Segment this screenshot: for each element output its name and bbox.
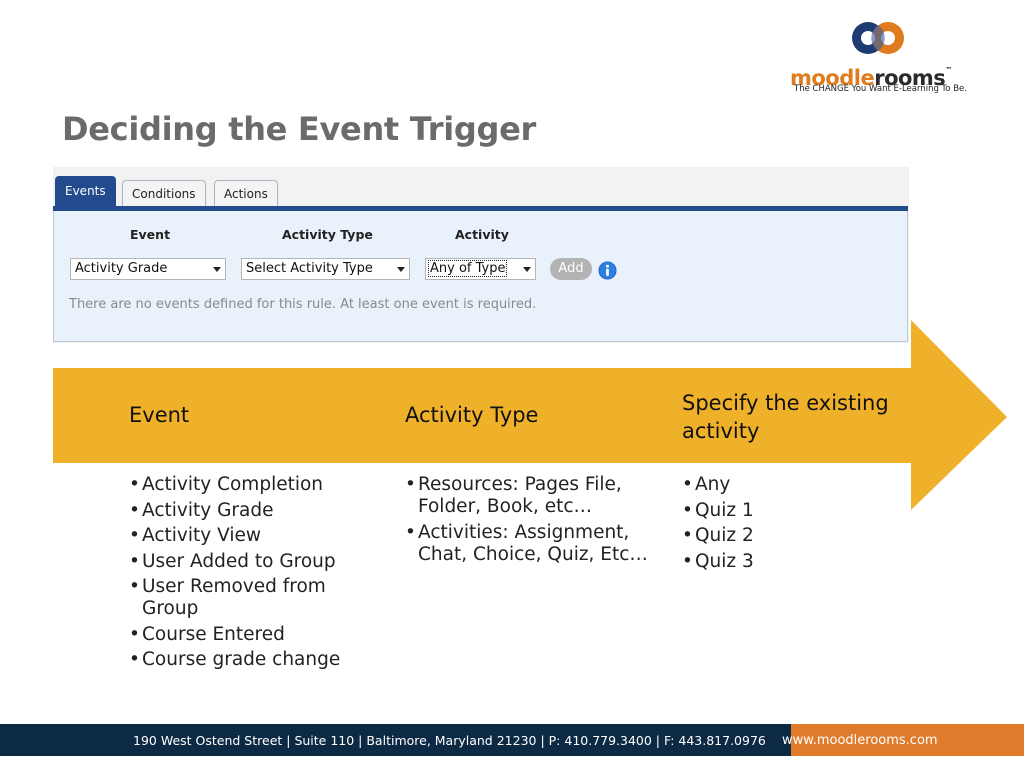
arrow-header-specify-activity: Specify the existing activity — [682, 391, 889, 443]
activity-type-select-value: Select Activity Type — [246, 261, 373, 276]
add-event-button[interactable]: Add — [550, 258, 592, 280]
tab-conditions[interactable]: Conditions — [122, 180, 206, 206]
arrow-header-event: Event — [129, 403, 190, 427]
list-item: User Added to Group — [129, 551, 379, 573]
no-events-message: There are no events defined for this rul… — [69, 297, 537, 312]
moodlerooms-logo-mark-icon — [852, 22, 904, 54]
activity-select-value: Any of Type — [428, 260, 508, 277]
footer-website-link[interactable]: www.moodlerooms.com — [782, 733, 938, 748]
info-icon[interactable] — [598, 261, 617, 280]
tab-actions[interactable]: Actions — [214, 180, 278, 206]
column-header-activity: Activity — [455, 227, 509, 242]
chevron-down-icon — [523, 267, 531, 272]
list-item: Course grade change — [129, 649, 379, 671]
event-select-value: Activity Grade — [75, 261, 168, 276]
list-item: Quiz 2 — [682, 525, 832, 547]
list-item: Any — [682, 474, 832, 496]
list-item: Activity Completion — [129, 474, 379, 496]
list-item: Activity Grade — [129, 500, 379, 522]
column-header-event: Event — [130, 227, 171, 242]
page-title: Deciding the Event Trigger — [62, 110, 537, 148]
activity-type-options-list: Resources: Pages File, Folder, Book, etc… — [405, 474, 650, 569]
event-options-list: Activity Completion Activity Grade Activ… — [129, 474, 379, 675]
column-header-activity-type: Activity Type — [282, 227, 373, 242]
activity-options-list: Any Quiz 1 Quiz 2 Quiz 3 — [682, 474, 832, 576]
list-item: Course Entered — [129, 624, 379, 646]
list-item: Quiz 1 — [682, 500, 832, 522]
list-item: Activities: Assignment, Chat, Choice, Qu… — [405, 522, 650, 566]
moodlerooms-logo: moodlerooms™ The CHANGE You Want E-Learn… — [788, 18, 998, 98]
activity-select[interactable]: Any of Type — [425, 258, 536, 280]
footer-address: 190 West Ostend Street | Suite 110 | Bal… — [133, 733, 766, 748]
event-select[interactable]: Activity Grade — [70, 258, 226, 280]
list-item: Quiz 3 — [682, 551, 832, 573]
list-item: User Removed from Group — [129, 576, 379, 620]
activity-type-select[interactable]: Select Activity Type — [241, 258, 410, 280]
chevron-down-icon — [213, 267, 221, 272]
tab-events[interactable]: Events — [55, 176, 116, 208]
logo-tagline: The CHANGE You Want E-Learning To Be. — [794, 84, 967, 94]
arrow-header-activity-type: Activity Type — [405, 403, 539, 427]
list-item: Activity View — [129, 525, 379, 547]
chevron-down-icon — [397, 267, 405, 272]
list-item: Resources: Pages File, Folder, Book, etc… — [405, 474, 650, 518]
